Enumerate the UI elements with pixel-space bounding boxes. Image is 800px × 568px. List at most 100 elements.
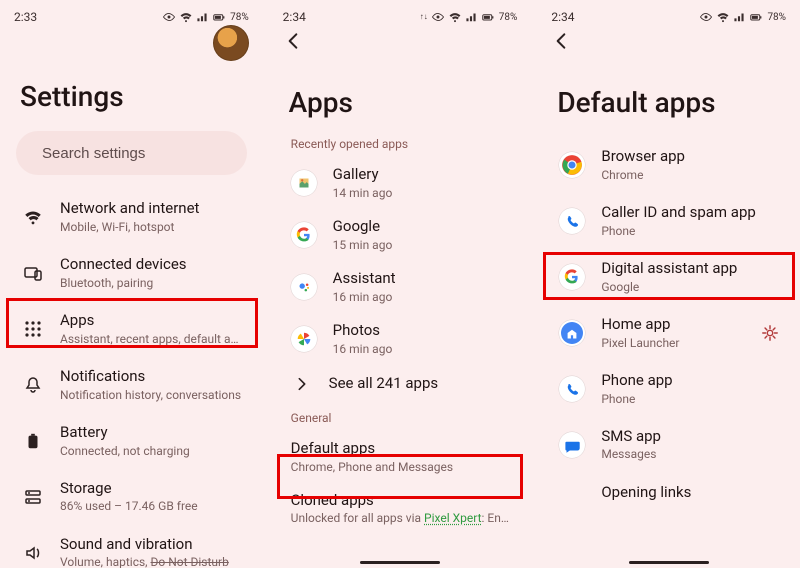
item-label: Apps (60, 311, 243, 330)
net-rate-icon: ↑↓ (420, 13, 428, 21)
settings-item-connected-devices[interactable]: Connected devicesBluetooth, pairing (14, 245, 249, 301)
back-icon (283, 31, 303, 51)
item-label: Battery (60, 423, 243, 442)
item-label: Cloned apps (291, 491, 512, 510)
settings-item-apps[interactable]: AppsAssistant, recent apps, default apps (14, 301, 249, 357)
item-label: Connected devices (60, 255, 243, 274)
default-home[interactable]: Home appPixel Launcher (551, 305, 786, 361)
item-label: Photos (333, 321, 512, 340)
sound-icon (22, 542, 44, 564)
back-button[interactable] (283, 31, 303, 55)
google-icon (291, 222, 317, 248)
home-icon (559, 320, 585, 346)
item-label: Network and internet (60, 199, 243, 218)
see-all-apps[interactable]: See all 241 apps (283, 365, 518, 403)
nav-handle[interactable] (360, 561, 440, 564)
default-caller-id[interactable]: Caller ID and spam appPhone (551, 193, 786, 249)
item-sub: 16 min ago (333, 289, 512, 305)
battery-icon (211, 11, 227, 23)
photos-icon (291, 326, 317, 352)
item-sub: Notification history, conversations (60, 387, 243, 403)
assistant-icon (291, 274, 317, 300)
bell-icon (22, 374, 44, 396)
item-label: Sound and vibration (60, 535, 243, 554)
screen-default-apps: 2:34 78% Default apps Browser appChrome … (537, 0, 800, 568)
item-sub: 14 min ago (333, 185, 512, 201)
storage-icon (22, 486, 44, 508)
settings-item-notifications[interactable]: NotificationsNotification history, conve… (14, 357, 249, 413)
default-assistant[interactable]: Digital assistant appGoogle (551, 249, 786, 305)
google-icon (559, 264, 585, 290)
item-sub: Chrome (601, 167, 780, 183)
item-label: Browser app (601, 147, 780, 166)
status-bar: 2:34 ↑↓ 78% (283, 6, 518, 28)
screen-apps: 2:34 ↑↓ 78% Apps Recently opened apps Ga… (269, 0, 532, 568)
status-time: 2:33 (14, 10, 37, 24)
item-label: SMS app (601, 427, 780, 446)
phone-icon (559, 208, 585, 234)
item-label: Home app (601, 315, 744, 334)
default-sms[interactable]: SMS appMessages (551, 417, 786, 473)
apps-icon (22, 318, 44, 340)
item-label: Notifications (60, 367, 243, 386)
item-label: See all 241 apps (329, 374, 512, 393)
default-phone[interactable]: Phone appPhone (551, 361, 786, 417)
status-icons: ↑↓ 78% (420, 10, 518, 24)
wifi-icon (716, 10, 730, 24)
item-sub: Mobile, Wi-Fi, hotspot (60, 219, 243, 235)
settings-item-battery[interactable]: BatteryConnected, not charging (14, 413, 249, 469)
battery-pct: 78% (767, 12, 786, 23)
messages-icon (559, 432, 585, 458)
search-settings[interactable] (16, 131, 247, 175)
search-input[interactable] (40, 144, 243, 163)
back-icon (551, 31, 571, 51)
item-sub: Volume, haptics, Do Not Disturb (60, 554, 243, 568)
back-button[interactable] (551, 31, 571, 55)
cloned-apps[interactable]: Cloned apps Unlocked for all apps via Pi… (283, 483, 518, 535)
section-recent: Recently opened apps (291, 137, 518, 151)
recent-app-assistant[interactable]: Assistant16 min ago (283, 261, 518, 313)
signal-icon (196, 11, 208, 23)
item-label: Default apps (291, 439, 512, 458)
item-label: Storage (60, 479, 243, 498)
item-label: Gallery (333, 165, 512, 184)
signal-icon (465, 11, 477, 23)
item-label: Assistant (333, 269, 512, 288)
battery-pct: 78% (230, 12, 249, 23)
item-sub: Assistant, recent apps, default apps (60, 331, 243, 347)
recent-app-photos[interactable]: Photos16 min ago (283, 313, 518, 365)
recent-app-google[interactable]: Google15 min ago (283, 209, 518, 261)
pixel-xpert-link[interactable]: Pixel Xpert (424, 511, 482, 525)
settings-item-network[interactable]: Network and internetMobile, Wi-Fi, hotsp… (14, 189, 249, 245)
item-sub: Phone (601, 223, 780, 239)
gear-icon (761, 324, 779, 342)
eye-icon (699, 10, 713, 24)
item-sub: Chrome, Phone and Messages (291, 459, 512, 475)
signal-icon (733, 11, 745, 23)
nav-handle[interactable] (629, 561, 709, 564)
gallery-icon (291, 170, 317, 196)
item-sub: Unlocked for all apps via Pixel Xpert: E… (291, 510, 512, 526)
battery-pct: 78% (499, 12, 518, 23)
item-label: Digital assistant app (601, 259, 780, 278)
opening-links[interactable]: Opening links (551, 473, 786, 512)
default-apps[interactable]: Default appsChrome, Phone and Messages (283, 431, 518, 483)
default-browser[interactable]: Browser appChrome (551, 137, 786, 193)
item-sub: Phone (601, 391, 780, 407)
devices-icon (22, 262, 44, 284)
item-label: Caller ID and spam app (601, 203, 780, 222)
section-general: General (291, 411, 518, 425)
wifi-icon (179, 10, 193, 24)
profile-avatar[interactable] (213, 25, 249, 61)
status-bar: 2:33 78% (14, 6, 249, 28)
settings-item-storage[interactable]: Storage86% used – 17.46 GB free (14, 469, 249, 525)
chrome-icon (559, 152, 585, 178)
item-label: Opening links (601, 483, 780, 502)
item-sub: 86% used – 17.46 GB free (60, 498, 243, 514)
home-settings-button[interactable] (760, 323, 780, 343)
phone-icon (559, 376, 585, 402)
item-sub: Google (601, 279, 780, 295)
item-sub: Bluetooth, pairing (60, 275, 243, 291)
recent-app-gallery[interactable]: Gallery14 min ago (283, 157, 518, 209)
settings-item-sound[interactable]: Sound and vibration Volume, haptics, Do … (14, 525, 249, 568)
